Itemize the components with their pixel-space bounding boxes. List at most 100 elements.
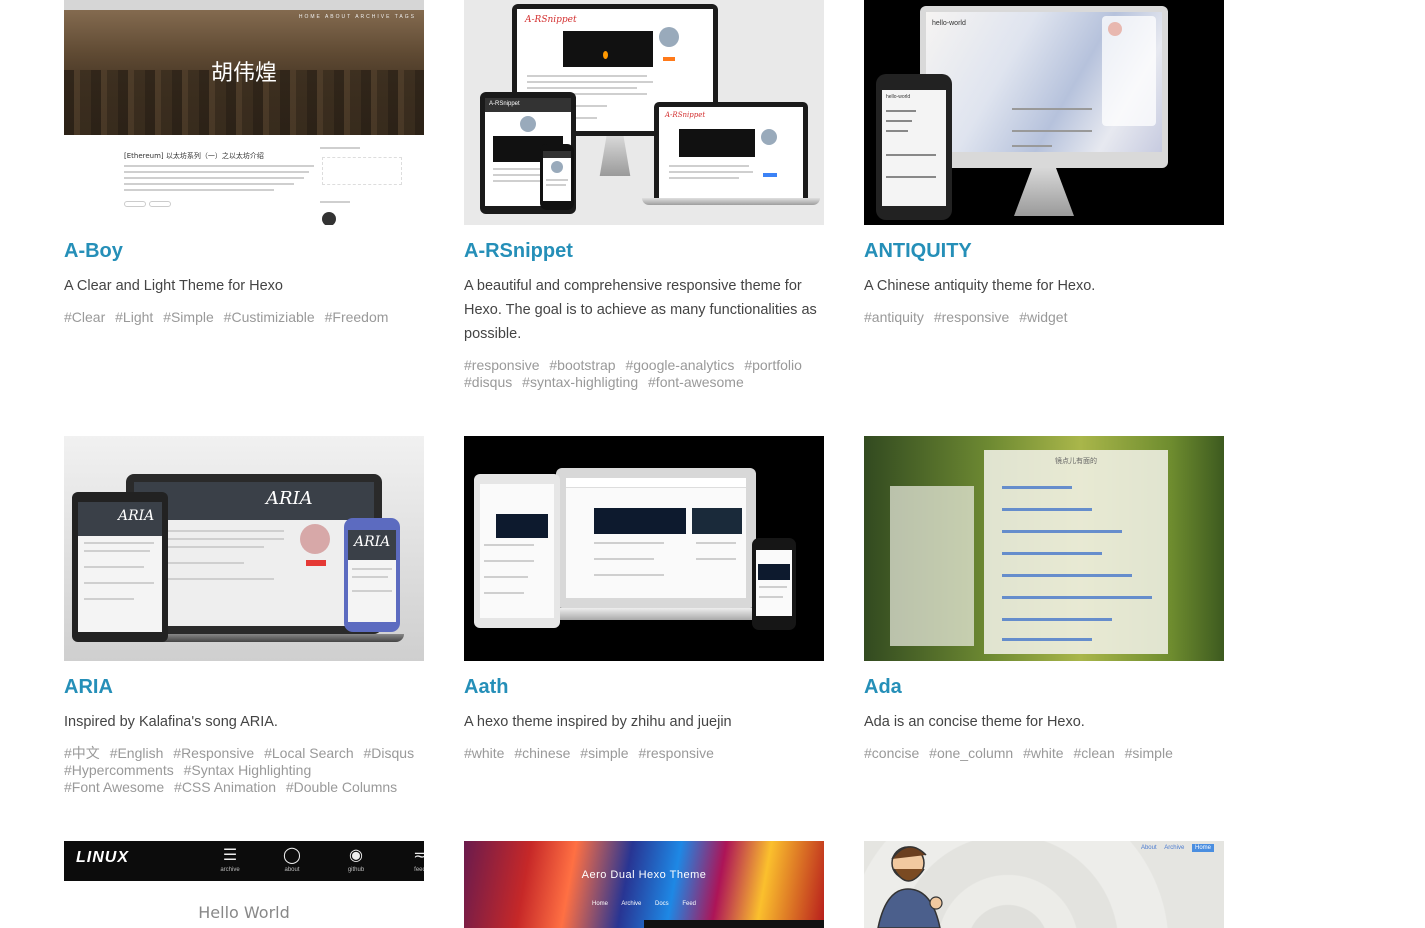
document-icon: ☰ xyxy=(222,847,238,864)
tag-link[interactable]: #disqus xyxy=(464,374,512,390)
apple-icon: ◯ xyxy=(283,847,301,864)
tag-link[interactable]: #bootstrap xyxy=(549,357,615,373)
preview-tablet xyxy=(474,474,560,628)
preview-nav-text: HOME ABOUT ARCHIVE TAGS xyxy=(298,14,416,20)
tag-link[interactable]: #google-analytics xyxy=(625,357,734,373)
theme-tags: #antiquity #responsive #widget xyxy=(864,309,1224,326)
theme-preview-linux[interactable]: LINUX ☰ archive ◯ about ◉ github ≂ feed xyxy=(64,841,424,928)
preview-heading: 镜点儿有面的 xyxy=(1055,458,1097,465)
tag-link[interactable]: #Custimiziable xyxy=(224,309,315,325)
theme-preview-a-boy[interactable]: HOME ABOUT ARCHIVE TAGS 胡伟煌 [Ethereum] 以… xyxy=(64,0,424,225)
preview-hero-name: 胡伟煌 xyxy=(210,61,277,86)
preview-links: Home Archive Docs Feed xyxy=(591,901,697,907)
tag-link[interactable]: #responsive xyxy=(638,745,714,761)
theme-tags: #white #chinese #simple #responsive xyxy=(464,745,824,762)
theme-preview-aath[interactable] xyxy=(464,436,824,661)
rss-icon: ≂ xyxy=(413,847,424,864)
theme-title[interactable]: ANTIQUITY xyxy=(864,240,1224,262)
tag-link[interactable]: #simple xyxy=(1125,745,1173,761)
theme-card-a-boy: HOME ABOUT ARCHIVE TAGS 胡伟煌 [Ethereum] 以… xyxy=(64,0,424,326)
theme-preview-antiquity[interactable]: hello-world hello-world xyxy=(864,0,1224,225)
tag-link[interactable]: #font-awesome xyxy=(648,374,744,390)
preview-logo: A-RSnippet xyxy=(525,15,577,25)
tag-link[interactable]: #中文 xyxy=(64,745,100,761)
preview-monitor: hello-world xyxy=(920,6,1168,168)
preview-tablet: ARIA xyxy=(72,492,168,642)
theme-title[interactable]: A-RSnippet xyxy=(464,240,824,262)
theme-description: Ada is an concise theme for Hexo. xyxy=(864,714,1085,730)
theme-card-aria: ARIA ARIA ARIA ARIA Inspired by Kalafina… xyxy=(64,436,424,796)
tag-link[interactable]: #Font Awesome xyxy=(64,779,164,795)
theme-tags: #Clear #Light #Simple #Custimiziable #Fr… xyxy=(64,309,424,326)
tag-link[interactable]: #white xyxy=(1023,745,1063,761)
theme-preview-ada[interactable]: 镜点儿有面的 xyxy=(864,436,1224,661)
tag-link[interactable]: #CSS Animation xyxy=(174,779,276,795)
preview-phone xyxy=(540,144,574,210)
preview-phone: hello-world xyxy=(876,74,952,220)
preview-nav: About Archive Home xyxy=(1135,844,1214,852)
tag-link[interactable]: #Freedom xyxy=(325,309,389,325)
theme-description: A hexo theme inspired by zhihu and jueji… xyxy=(464,714,732,730)
preview-phone: ARIA xyxy=(344,518,400,632)
preview-illustration xyxy=(877,846,943,928)
tag-link[interactable]: #Clear xyxy=(64,309,105,325)
theme-title[interactable]: Ada xyxy=(864,676,1224,698)
theme-description: A beautiful and comprehensive responsive… xyxy=(464,278,817,342)
tag-link[interactable]: #responsive xyxy=(464,357,540,373)
tag-link[interactable]: #Local Search xyxy=(264,745,354,761)
theme-description: A Clear and Light Theme for Hexo xyxy=(64,278,283,294)
preview-laptop xyxy=(556,468,756,608)
preview-logo: LINUX xyxy=(76,849,129,866)
tag-link[interactable]: #clean xyxy=(1073,745,1114,761)
theme-description: A Chinese antiquity theme for Hexo. xyxy=(864,278,1096,294)
theme-tags: #concise #one_column #white #clean #simp… xyxy=(864,745,1224,762)
tag-link[interactable]: #responsive xyxy=(934,309,1010,325)
github-icon: ◉ xyxy=(349,847,363,864)
theme-title[interactable]: A-Boy xyxy=(64,240,424,262)
preview-content-panel: 镜点儿有面的 xyxy=(984,450,1168,654)
theme-tags: #中文 #English #Responsive #Local Search #… xyxy=(64,745,424,796)
tag-link[interactable]: #syntax-highligting xyxy=(522,374,638,390)
tag-link[interactable]: #antiquity xyxy=(864,309,924,325)
theme-card-aero-dual: Aero Dual Hexo Theme Home Archive Docs F… xyxy=(464,841,824,928)
preview-body: [Ethereum] 以太坊系列（一）之以太坊介绍 xyxy=(64,135,424,225)
nav-archive: ☰ archive xyxy=(210,845,250,873)
theme-preview-aero-dual[interactable]: Aero Dual Hexo Theme Home Archive Docs F… xyxy=(464,841,824,928)
browser-bar xyxy=(64,0,424,10)
nav-feed: ≂ feed xyxy=(400,845,424,873)
tag-link[interactable]: #simple xyxy=(580,745,628,761)
theme-description: Inspired by Kalafina's song ARIA. xyxy=(64,714,278,730)
theme-card-bearded: About Archive Home xyxy=(864,841,1224,928)
preview-title: Aero Dual Hexo Theme xyxy=(581,869,707,881)
tag-link[interactable]: #Responsive xyxy=(173,745,254,761)
tag-link[interactable]: #Double Columns xyxy=(286,779,397,795)
nav-about: ◯ about xyxy=(272,845,312,873)
theme-card-a-rsnippet: A-RSnippet A-RSnippet A-RSnippet A-RSnip… xyxy=(464,0,824,391)
theme-tags: #responsive #bootstrap #google-analytics… xyxy=(464,357,824,391)
tag-link[interactable]: #Disqus xyxy=(364,745,415,761)
preview-post-title: hello-world xyxy=(932,20,966,27)
tag-link[interactable]: #Simple xyxy=(163,309,214,325)
tag-link[interactable]: #chinese xyxy=(514,745,570,761)
theme-card-antiquity: hello-world hello-world ANTIQUITY A Chin… xyxy=(864,0,1224,326)
tag-link[interactable]: #English xyxy=(110,745,164,761)
preview-navbar: LINUX ☰ archive ◯ about ◉ github ≂ feed xyxy=(64,841,424,881)
tag-link[interactable]: #portfolio xyxy=(744,357,802,373)
theme-card-linux: LINUX ☰ archive ◯ about ◉ github ≂ feed xyxy=(64,841,424,928)
theme-preview-bearded[interactable]: About Archive Home xyxy=(864,841,1224,928)
preview-laptop: A-RSnippet xyxy=(654,102,808,198)
tag-link[interactable]: #Hypercomments xyxy=(64,762,174,778)
theme-title[interactable]: Aath xyxy=(464,676,824,698)
tag-link[interactable]: #one_column xyxy=(929,745,1013,761)
tag-link[interactable]: #white xyxy=(464,745,504,761)
nav-github: ◉ github xyxy=(336,845,376,873)
theme-preview-aria[interactable]: ARIA ARIA ARIA xyxy=(64,436,424,661)
theme-card-aath: Aath A hexo theme inspired by zhihu and … xyxy=(464,436,824,762)
preview-post-title: [Ethereum] 以太坊系列（一）之以太坊介绍 xyxy=(124,152,264,160)
tag-link[interactable]: #Syntax Highlighting xyxy=(184,762,312,778)
theme-preview-a-rsnippet[interactable]: A-RSnippet A-RSnippet A-RSnippet xyxy=(464,0,824,225)
tag-link[interactable]: #Light xyxy=(115,309,153,325)
theme-title[interactable]: ARIA xyxy=(64,676,424,698)
tag-link[interactable]: #widget xyxy=(1019,309,1067,325)
tag-link[interactable]: #concise xyxy=(864,745,919,761)
